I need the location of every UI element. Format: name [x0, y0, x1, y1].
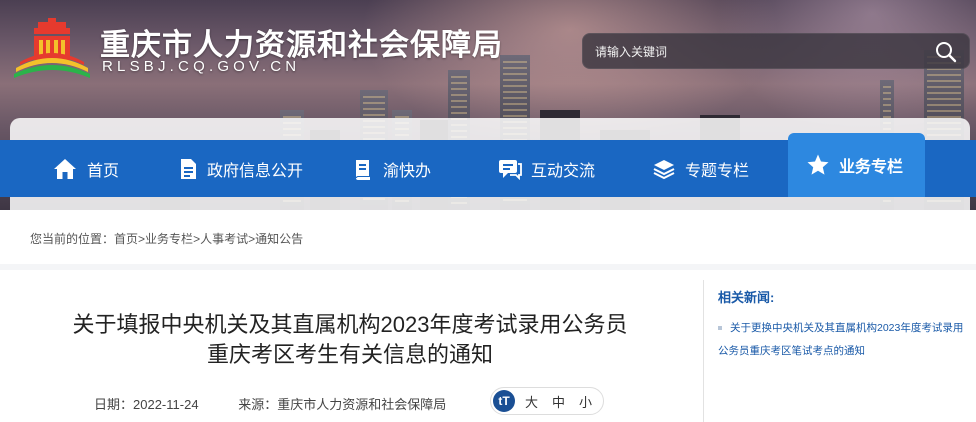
breadcrumb-link[interactable]: 通知公告 — [255, 232, 303, 246]
home-icon — [54, 158, 76, 179]
related-news-item[interactable]: 关于更换中央机关及其直属机构2023年度考试录用公务员重庆考区笔试考点的通知 — [718, 317, 968, 363]
date-label: 日期： — [94, 397, 134, 412]
article-date: 2022-11-24 — [133, 397, 199, 412]
breadcrumb-bar: 您当前的位置：首页>业务专栏>人事考试>通知公告 — [0, 210, 976, 264]
nav-item-label: 互动交流 — [531, 162, 596, 180]
article-title-line: 关于填报中央机关及其直属机构2023年度考试录用公务员 — [72, 312, 628, 337]
article-meta: 日期：2022-11-24 来源：重庆市人力资源和社会保障局 — [94, 394, 446, 413]
nav-item-interaction[interactable]: 互动交流 — [498, 140, 595, 197]
nav-item-label: 首页 — [87, 162, 120, 180]
star-icon — [807, 154, 829, 175]
chat-icon — [499, 159, 522, 180]
font-size-large[interactable]: 大 — [525, 392, 538, 411]
article-title: 关于填报中央机关及其直属机构2023年度考试录用公务员 重庆考区考生有关信息的通… — [30, 310, 670, 370]
nav-item-yukuaiban[interactable]: 渝快办 — [352, 140, 431, 197]
article-panel: 关于填报中央机关及其直属机构2023年度考试录用公务员 重庆考区考生有关信息的通… — [0, 270, 976, 422]
breadcrumb-separator: > — [138, 232, 146, 246]
breadcrumb-prefix: 您当前的位置： — [30, 232, 115, 246]
related-news-title: 相关新闻: — [718, 290, 775, 305]
nav-item-special-topics[interactable]: 专题专栏 — [652, 140, 749, 197]
breadcrumb-link[interactable]: 业务专栏 — [145, 232, 193, 246]
site-domain: RLSBJ.CQ.GOV.CN — [102, 58, 301, 75]
article-source: 重庆市人力资源和社会保障局 — [277, 397, 447, 412]
document-icon — [181, 158, 196, 179]
nav-item-label: 专题专栏 — [685, 162, 750, 180]
breadcrumb-link[interactable]: 首页 — [114, 232, 138, 246]
font-size-medium[interactable]: 中 — [552, 392, 565, 411]
article-title-line: 重庆考区考生有关信息的通知 — [206, 342, 493, 367]
nav-item-label: 政府信息公开 — [207, 162, 304, 180]
font-size-icon: tT — [493, 390, 515, 412]
nav-item-gov-info[interactable]: 政府信息公开 — [178, 140, 303, 197]
bullet-icon — [718, 326, 722, 331]
emblem-logo-icon — [14, 18, 90, 78]
book-icon — [356, 159, 370, 180]
search-input[interactable] — [595, 43, 915, 61]
search-box — [582, 33, 970, 69]
nav-item-home[interactable]: 首页 — [52, 140, 119, 197]
source-label: 来源： — [238, 397, 278, 412]
font-size-control: tT 大 中 小 — [490, 387, 604, 415]
nav-item-label: 渝快办 — [383, 162, 432, 180]
search-icon[interactable] — [935, 41, 957, 63]
main-nav: 首页 政府信息公开 渝快办 互动交流 专题专栏 业务专栏 — [0, 133, 976, 197]
breadcrumb: 您当前的位置：首页>业务专栏>人事考试>通知公告 — [30, 230, 303, 247]
layers-icon — [653, 159, 675, 179]
related-news-text: 关于更换中央机关及其直属机构2023年度考试录用公务员重庆考区笔试考点的通知 — [718, 322, 964, 357]
nav-item-label: 业务专栏 — [839, 159, 904, 176]
sidebar-divider — [703, 280, 704, 422]
nav-item-business[interactable]: 业务专栏 — [788, 133, 926, 197]
font-size-small[interactable]: 小 — [579, 392, 592, 411]
breadcrumb-link[interactable]: 人事考试 — [200, 232, 248, 246]
